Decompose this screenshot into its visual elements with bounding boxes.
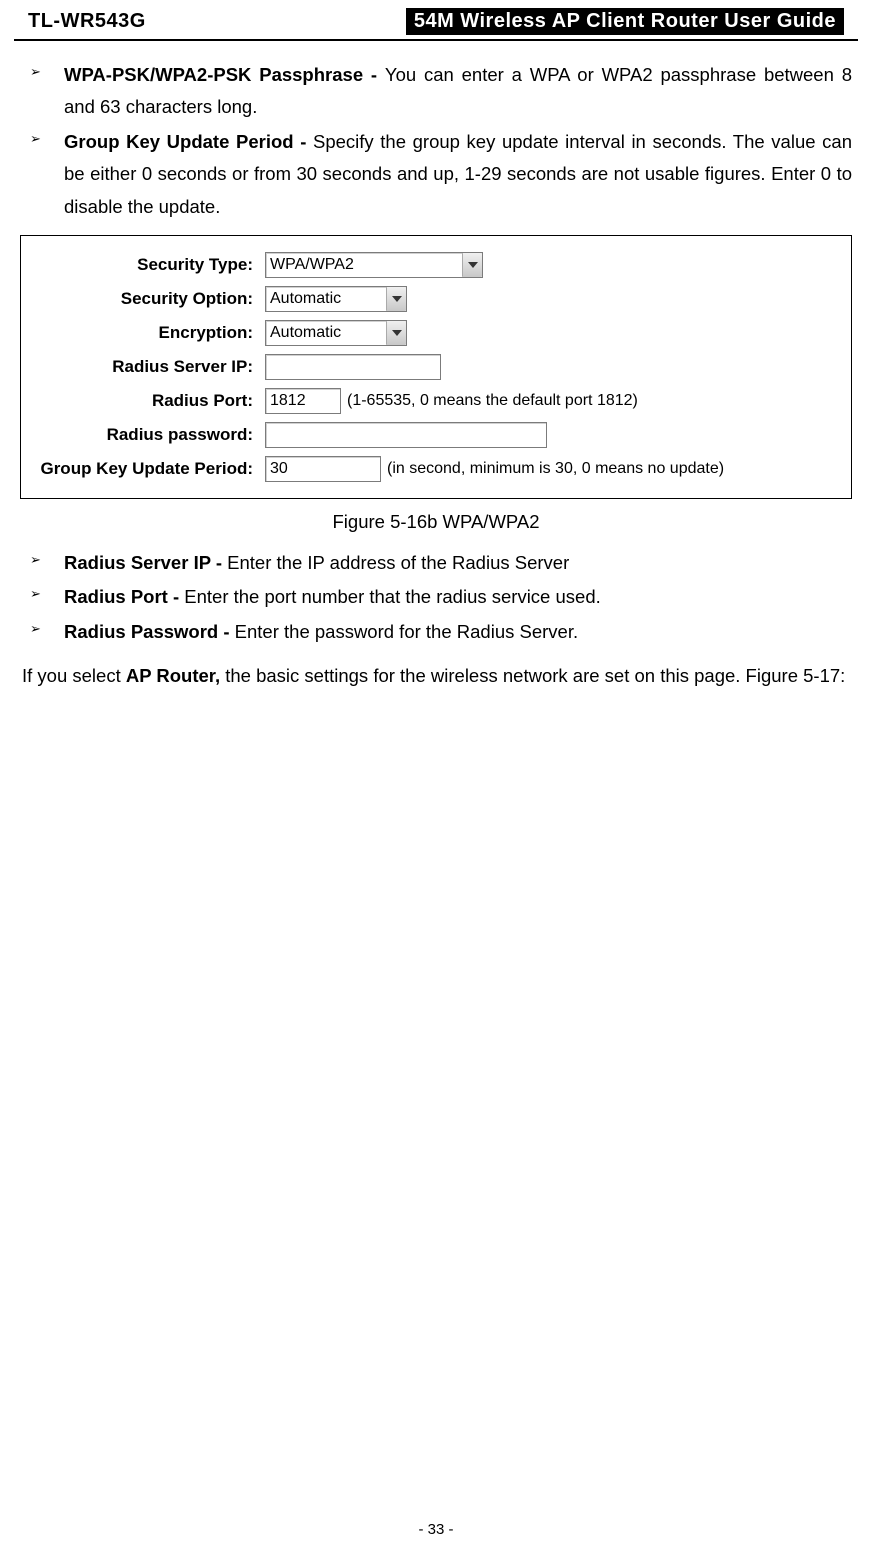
model-name: TL-WR543G <box>28 10 146 33</box>
page-number: - 33 - <box>0 1521 872 1538</box>
row-radius-password: Radius password: <box>33 420 839 450</box>
bullet-text: Enter the port number that the radius se… <box>184 586 600 607</box>
list-item: WPA-PSK/WPA2-PSK Passphrase - You can en… <box>20 59 852 124</box>
input-radius-port[interactable] <box>265 388 341 414</box>
label-group-key: Group Key Update Period: <box>33 459 265 479</box>
bullet-title: Group Key Update Period - <box>64 131 313 152</box>
guide-title: 54M Wireless AP Client Router User Guide <box>406 8 844 35</box>
bullet-title: Radius Server IP - <box>64 552 227 573</box>
row-radius-ip: Radius Server IP: <box>33 352 839 382</box>
list-item: Group Key Update Period - Specify the gr… <box>20 126 852 223</box>
page-header: TL-WR543G 54M Wireless AP Client Router … <box>14 0 858 41</box>
list-item: Radius Port - Enter the port number that… <box>20 581 852 613</box>
page-content: WPA-PSK/WPA2-PSK Passphrase - You can en… <box>0 41 872 692</box>
chevron-down-icon <box>462 253 482 277</box>
bullet-list-mid: Radius Server IP - Enter the IP address … <box>20 547 852 648</box>
body-pre: If you select <box>22 665 126 686</box>
bullet-title: Radius Port - <box>64 586 184 607</box>
bullet-list-top: WPA-PSK/WPA2-PSK Passphrase - You can en… <box>20 59 852 223</box>
select-encryption[interactable]: Automatic <box>265 320 407 346</box>
body-post: the basic settings for the wireless netw… <box>220 665 845 686</box>
label-security-option: Security Option: <box>33 289 265 309</box>
select-value: Automatic <box>270 290 382 308</box>
hint-radius-port: (1-65535, 0 means the default port 1812) <box>347 392 638 410</box>
bullet-text: Enter the IP address of the Radius Serve… <box>227 552 569 573</box>
list-item: Radius Password - Enter the password for… <box>20 616 852 648</box>
row-security-type: Security Type: WPA/WPA2 <box>33 250 839 280</box>
hint-group-key: (in second, minimum is 30, 0 means no up… <box>387 460 724 478</box>
input-radius-ip[interactable] <box>265 354 441 380</box>
select-value: Automatic <box>270 324 382 342</box>
input-group-key[interactable] <box>265 456 381 482</box>
body-bold: AP Router, <box>126 665 220 686</box>
bullet-text: Enter the password for the Radius Server… <box>235 621 578 642</box>
input-radius-password[interactable] <box>265 422 547 448</box>
body-paragraph: If you select AP Router, the basic setti… <box>22 660 850 692</box>
figure-box: Security Type: WPA/WPA2 Security Option:… <box>20 235 852 499</box>
chevron-down-icon <box>386 287 406 311</box>
row-radius-port: Radius Port: (1-65535, 0 means the defau… <box>33 386 839 416</box>
bullet-title: Radius Password - <box>64 621 235 642</box>
row-security-option: Security Option: Automatic <box>33 284 839 314</box>
bullet-title: WPA-PSK/WPA2-PSK Passphrase - <box>64 64 385 85</box>
row-encryption: Encryption: Automatic <box>33 318 839 348</box>
label-encryption: Encryption: <box>33 323 265 343</box>
label-radius-password: Radius password: <box>33 425 265 445</box>
chevron-down-icon <box>386 321 406 345</box>
row-group-key: Group Key Update Period: (in second, min… <box>33 454 839 484</box>
select-security-option[interactable]: Automatic <box>265 286 407 312</box>
select-value: WPA/WPA2 <box>270 256 458 274</box>
select-security-type[interactable]: WPA/WPA2 <box>265 252 483 278</box>
label-radius-ip: Radius Server IP: <box>33 357 265 377</box>
figure-caption: Figure 5-16b WPA/WPA2 <box>20 511 852 533</box>
list-item: Radius Server IP - Enter the IP address … <box>20 547 852 579</box>
label-radius-port: Radius Port: <box>33 391 265 411</box>
label-security-type: Security Type: <box>33 255 265 275</box>
